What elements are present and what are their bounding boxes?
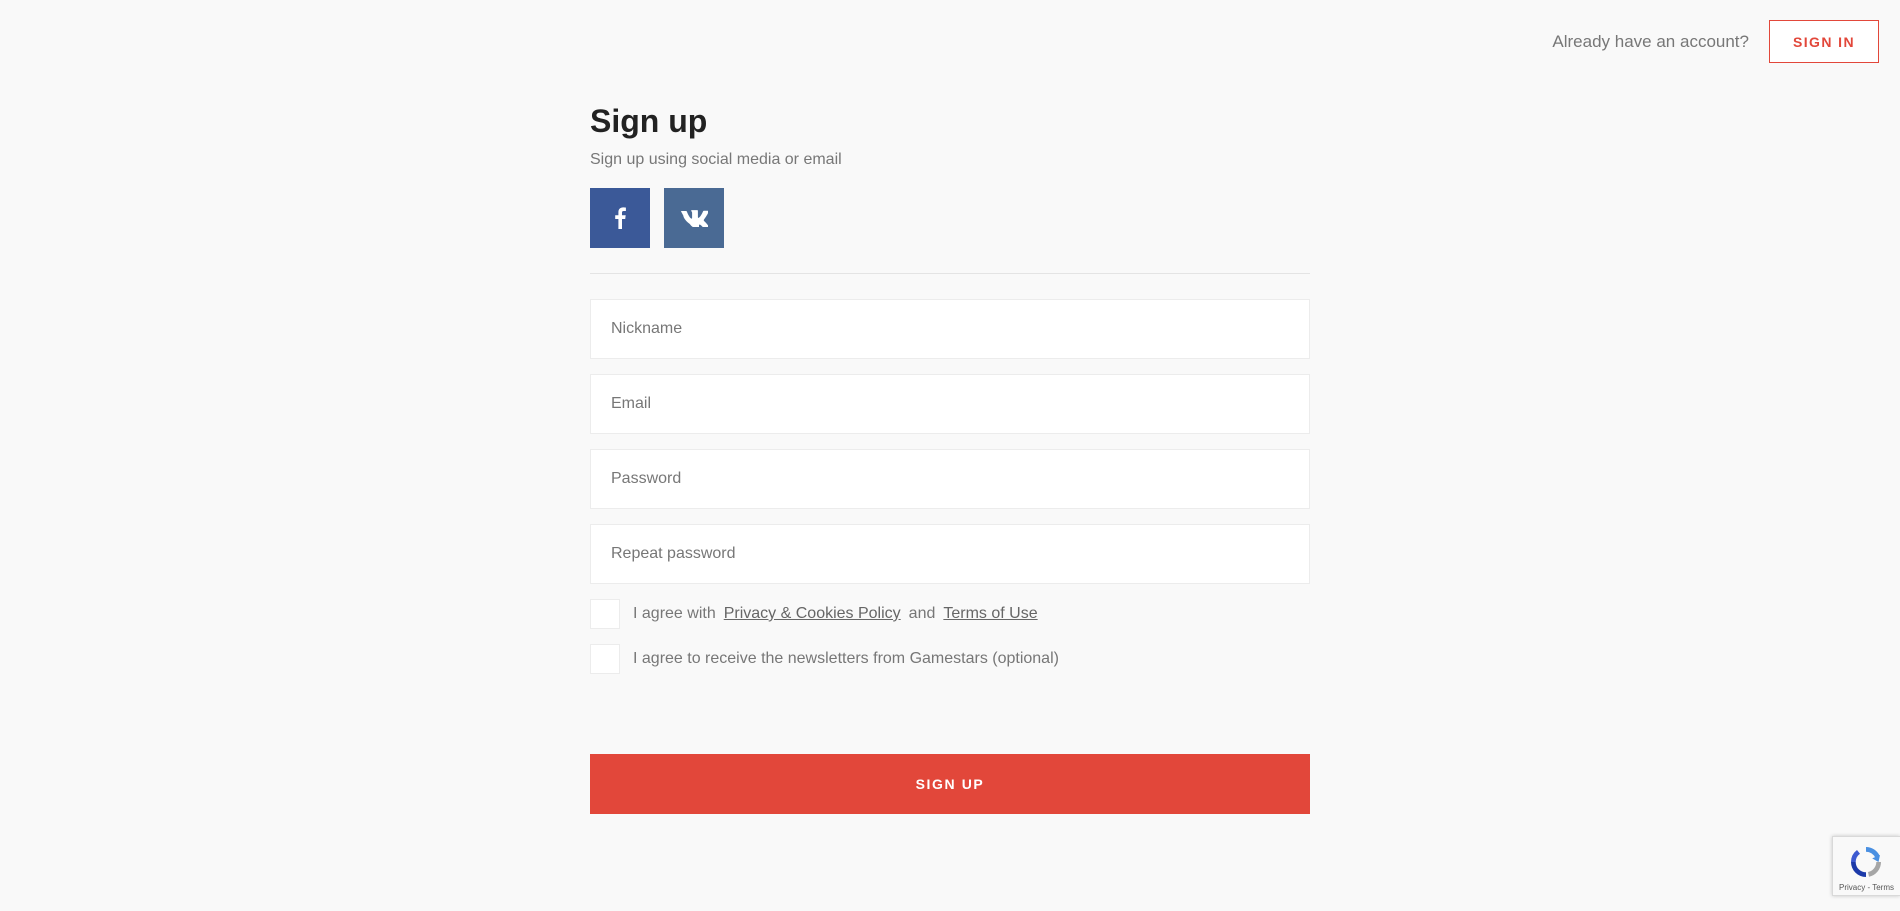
recaptcha-terms-link[interactable]: Terms xyxy=(1872,883,1894,892)
terms-of-use-link[interactable]: Terms of Use xyxy=(943,605,1037,623)
newsletter-label: I agree to receive the newsletters from … xyxy=(633,650,1059,667)
repeat-password-input[interactable] xyxy=(591,525,1309,583)
recaptcha-links: Privacy - Terms xyxy=(1839,883,1894,892)
newsletter-checkbox[interactable] xyxy=(590,644,620,674)
repeat-password-field xyxy=(590,524,1310,584)
section-divider xyxy=(590,273,1310,274)
account-prompt: Already have an account? xyxy=(1552,31,1749,51)
recaptcha-separator: - xyxy=(1867,883,1871,892)
facebook-button[interactable] xyxy=(590,188,650,248)
vk-button[interactable] xyxy=(664,188,724,248)
agree-terms-checkbox[interactable] xyxy=(590,599,620,629)
facebook-icon xyxy=(615,207,626,229)
recaptcha-badge[interactable]: Privacy - Terms xyxy=(1832,836,1900,896)
recaptcha-privacy-link[interactable]: Privacy xyxy=(1839,883,1865,892)
page-subtitle: Sign up using social media or email xyxy=(590,151,842,168)
recaptcha-icon xyxy=(1851,847,1881,877)
sign-up-button[interactable]: SIGN UP xyxy=(590,754,1310,814)
newsletter-row: I agree to receive the newsletters from … xyxy=(590,644,1310,674)
agree-terms-row: I agree with Privacy & Cookies Policy an… xyxy=(590,599,1310,629)
password-input[interactable] xyxy=(591,450,1309,508)
signup-form: Sign up Sign up using social media or em… xyxy=(590,100,1310,814)
privacy-policy-link[interactable]: Privacy & Cookies Policy xyxy=(724,605,901,623)
nickname-field xyxy=(590,299,1310,359)
page-title: Sign up xyxy=(590,103,708,139)
sign-in-button[interactable]: SIGN IN xyxy=(1769,20,1879,63)
nickname-input[interactable] xyxy=(591,300,1309,358)
top-bar: Already have an account? SIGN IN xyxy=(1552,20,1879,63)
email-field xyxy=(590,374,1310,434)
agree-prefix: I agree with xyxy=(633,605,716,622)
email-input[interactable] xyxy=(591,375,1309,433)
vk-icon xyxy=(681,210,708,227)
agree-and: and xyxy=(908,605,936,622)
password-field xyxy=(590,449,1310,509)
social-buttons xyxy=(590,188,1310,248)
